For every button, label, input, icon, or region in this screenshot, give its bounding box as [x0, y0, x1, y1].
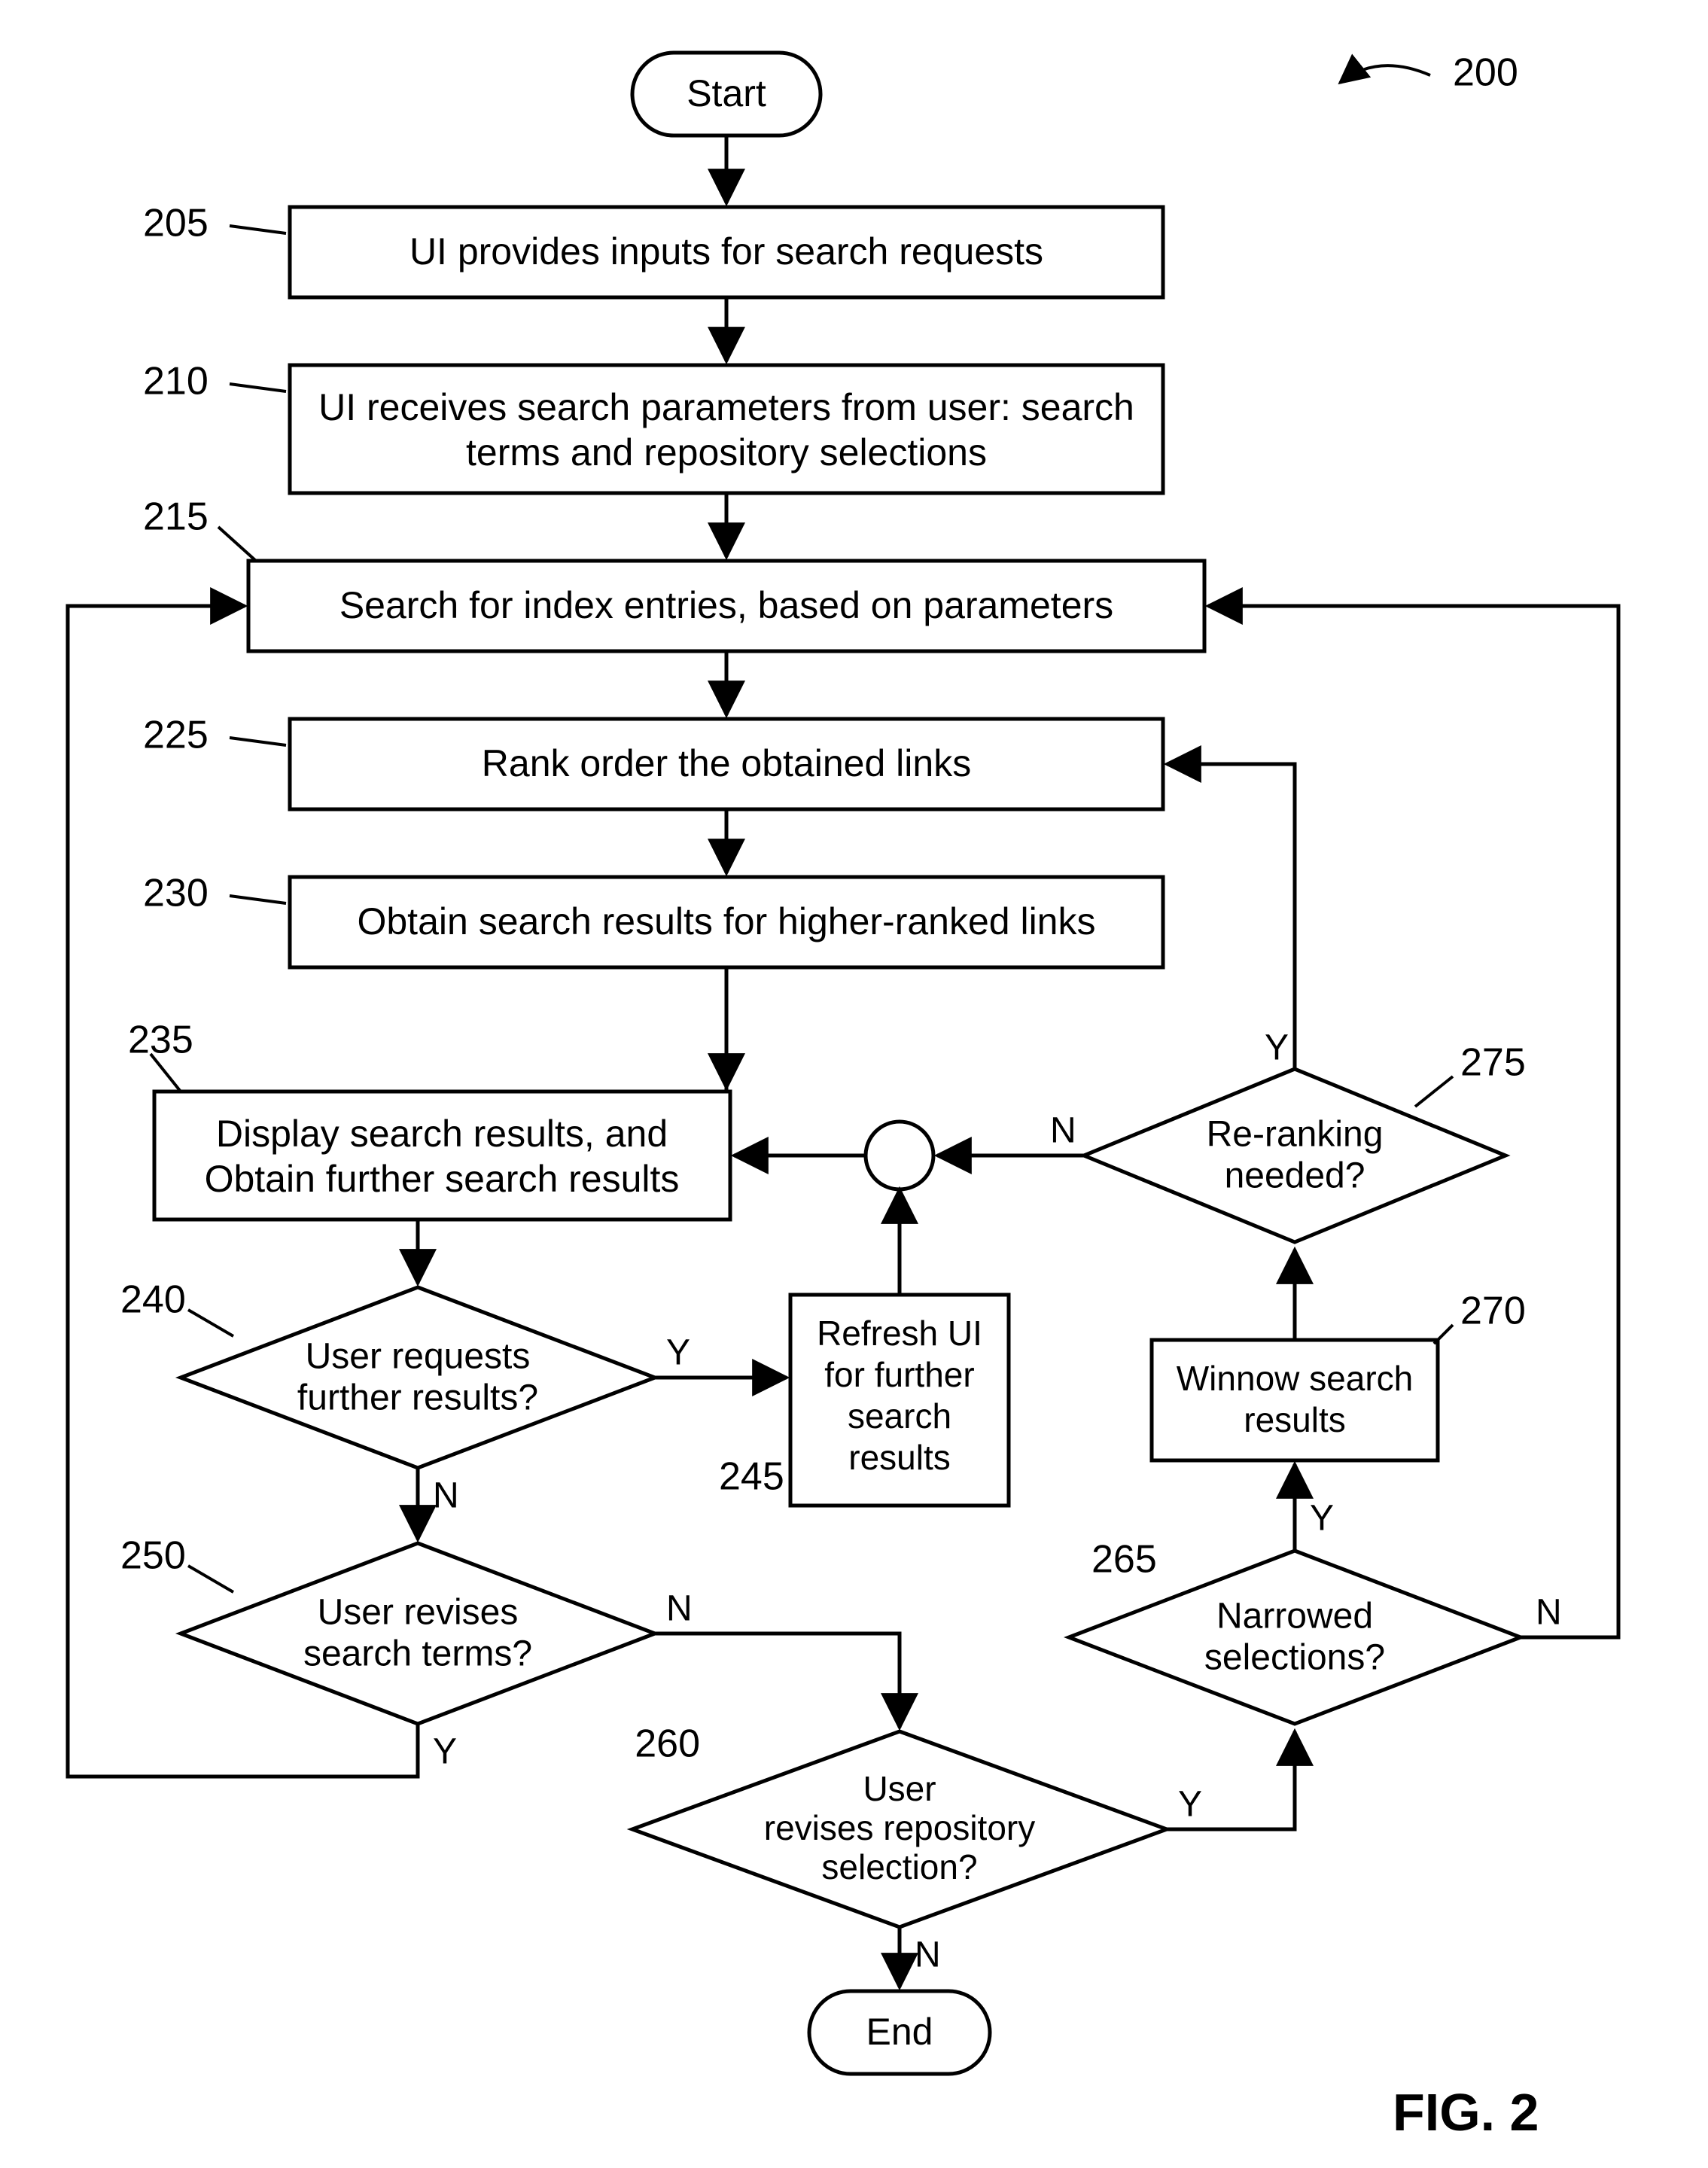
ref-230: 230 — [143, 872, 209, 915]
node-230-text: Obtain search results for higher-ranked … — [357, 900, 1095, 942]
label-240-Y: Y — [666, 1333, 690, 1373]
node-215-text: Search for index entries, based on param… — [339, 584, 1113, 626]
ref-225: 225 — [143, 714, 209, 757]
ref-210: 210 — [143, 360, 209, 403]
label-250-N: N — [666, 1589, 693, 1629]
node-end-text: End — [866, 2011, 933, 2053]
node-260-text1: User — [863, 1769, 936, 1808]
node-245-text2: for further — [824, 1355, 974, 1394]
node-235 — [154, 1092, 730, 1220]
ref-line-210 — [230, 384, 286, 391]
ref-265: 265 — [1091, 1538, 1157, 1582]
node-275-text2: needed? — [1225, 1156, 1365, 1196]
junction-circle — [866, 1122, 933, 1189]
ref-line-250 — [188, 1566, 233, 1592]
ref-260: 260 — [635, 1722, 700, 1766]
ref-line-230 — [230, 896, 286, 903]
node-275-text1: Re-ranking — [1207, 1115, 1384, 1155]
flowchart: 200 Start UI provides inputs for search … — [0, 0, 1708, 2168]
node-260-text2: revises repository — [764, 1808, 1035, 1847]
node-245-text1: Refresh UI — [817, 1314, 982, 1353]
node-240-text1: User requests — [306, 1337, 531, 1377]
node-250-text2: search terms? — [303, 1634, 532, 1674]
ref-215: 215 — [143, 495, 209, 539]
label-275-Y: Y — [1265, 1028, 1289, 1068]
ref-line-205 — [230, 226, 286, 233]
label-265-Y: Y — [1310, 1499, 1334, 1539]
node-270-text2: results — [1244, 1400, 1345, 1439]
edge-250N-260 — [655, 1634, 900, 1728]
edge-275Y-225 — [1167, 764, 1295, 1069]
node-start-text: Start — [687, 72, 766, 114]
ref-250: 250 — [120, 1534, 186, 1578]
node-210-text1: UI receives search parameters from user:… — [318, 386, 1134, 428]
node-250-text1: User revises — [318, 1593, 519, 1633]
label-260-Y: Y — [1178, 1785, 1202, 1825]
node-210 — [290, 365, 1163, 493]
node-260-text3: selection? — [821, 1847, 977, 1886]
ref-line-215 — [218, 527, 256, 561]
ref-240: 240 — [120, 1278, 186, 1322]
label-265-N: N — [1536, 1593, 1562, 1633]
ref-235: 235 — [128, 1019, 193, 1062]
node-235-text1: Display search results, and — [216, 1113, 668, 1155]
node-265-text2: selections? — [1204, 1638, 1385, 1678]
label-275-N: N — [1050, 1111, 1076, 1151]
ref-200: 200 — [1453, 51, 1518, 95]
node-245-text4: results — [848, 1438, 950, 1477]
label-260-N: N — [915, 1935, 941, 1975]
node-205-text: UI provides inputs for search requests — [409, 230, 1043, 273]
node-210-text2: terms and repository selections — [466, 431, 987, 473]
ref-245: 245 — [719, 1455, 784, 1499]
ref-270: 270 — [1460, 1290, 1526, 1333]
ref-line-225 — [230, 738, 286, 745]
node-270-text1: Winnow search — [1177, 1359, 1413, 1398]
label-240-N: N — [433, 1476, 459, 1516]
node-235-text2: Obtain further search results — [205, 1158, 680, 1200]
ref-line-275 — [1415, 1076, 1453, 1107]
node-265-text1: Narrowed — [1216, 1597, 1373, 1637]
label-250-Y: Y — [433, 1732, 457, 1772]
ref-205: 205 — [143, 202, 209, 245]
ref-arc-200 — [1340, 65, 1430, 83]
ref-275: 275 — [1460, 1041, 1526, 1085]
node-245-text3: search — [848, 1396, 951, 1436]
ref-line-270 — [1434, 1325, 1453, 1344]
node-240-text2: further results? — [297, 1378, 538, 1418]
ref-line-240 — [188, 1310, 233, 1336]
node-225-text: Rank order the obtained links — [482, 742, 971, 784]
figure-caption: FIG. 2 — [1393, 2083, 1539, 2142]
